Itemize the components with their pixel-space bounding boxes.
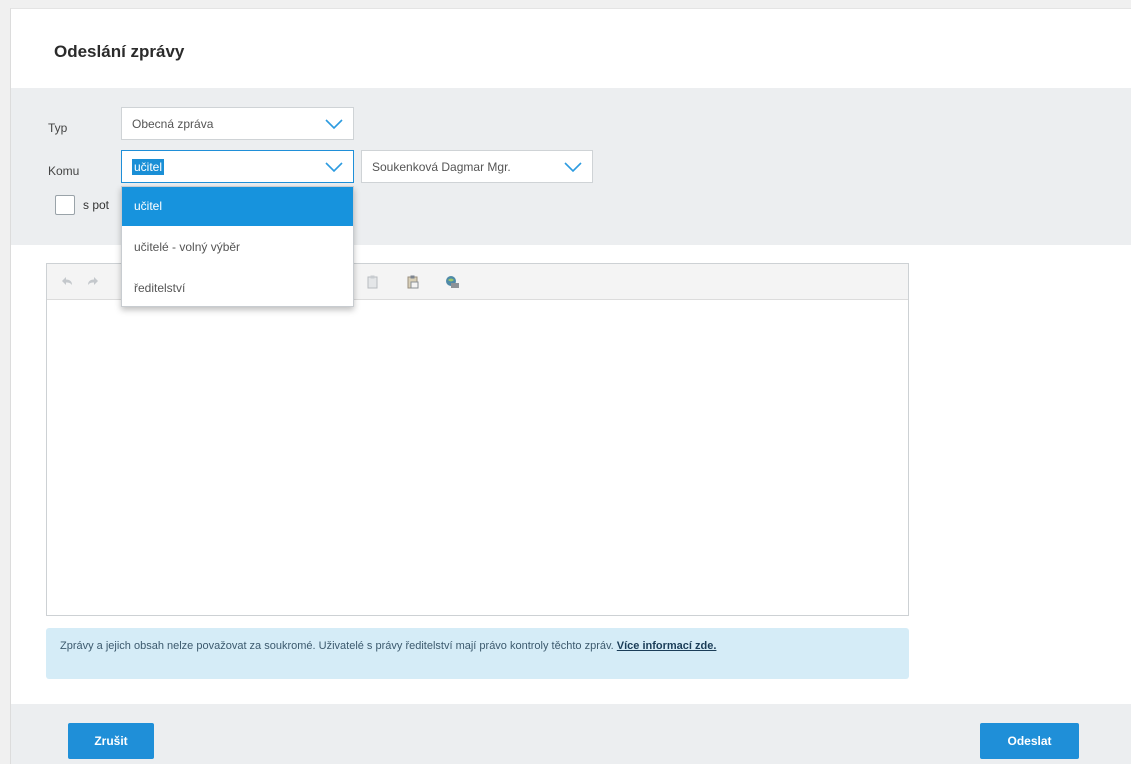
dialog-footer: Zrušit Odeslat <box>11 704 1131 764</box>
chevron-down-icon <box>564 162 582 173</box>
confirmation-checkbox-label: s pot <box>83 198 110 212</box>
paste-text-icon[interactable] <box>405 274 421 290</box>
privacy-notice: Zprávy a jejich obsah nelze považovat za… <box>46 628 909 679</box>
type-select[interactable]: Obecná zpráva <box>121 107 354 140</box>
dropdown-option-ucitel[interactable]: učitel <box>122 187 353 226</box>
dialog-header: Odeslání zprávy <box>11 9 1131 88</box>
dialog-title: Odeslání zprávy <box>54 42 185 61</box>
type-label: Typ <box>48 121 68 135</box>
paste-word-icon[interactable] <box>444 274 460 290</box>
to-label: Komu <box>48 164 80 178</box>
message-editor[interactable] <box>46 263 909 616</box>
paste-icon[interactable] <box>365 274 381 290</box>
confirmation-checkbox[interactable] <box>55 195 75 215</box>
chevron-down-icon <box>325 119 343 130</box>
redo-icon[interactable] <box>85 274 101 290</box>
privacy-notice-text: Zprávy a jejich obsah nelze považovat za… <box>60 640 617 652</box>
recipient-select-value: Soukenková Dagmar Mgr. <box>372 160 511 174</box>
message-dialog: Odeslání zprávy Typ Obecná zpráva Komu u… <box>10 8 1131 764</box>
recipient-select[interactable]: Soukenková Dagmar Mgr. <box>361 150 593 183</box>
to-dropdown-list: učitel učitelé - volný výběr ředitelství <box>121 186 354 307</box>
more-info-link[interactable]: Více informací zde. <box>617 640 717 652</box>
dropdown-option-reditelstvi[interactable]: ředitelství <box>122 269 353 308</box>
type-select-value: Obecná zpráva <box>132 117 214 131</box>
dropdown-option-ucitele-volny-vyber[interactable]: učitelé - volný výběr <box>122 228 353 267</box>
cancel-button[interactable]: Zrušit <box>68 723 154 759</box>
send-button[interactable]: Odeslat <box>980 723 1079 759</box>
to-select-value: učitel <box>132 159 165 175</box>
to-select[interactable]: učitel <box>121 150 354 183</box>
undo-icon[interactable] <box>59 274 75 290</box>
chevron-down-icon <box>325 162 343 173</box>
